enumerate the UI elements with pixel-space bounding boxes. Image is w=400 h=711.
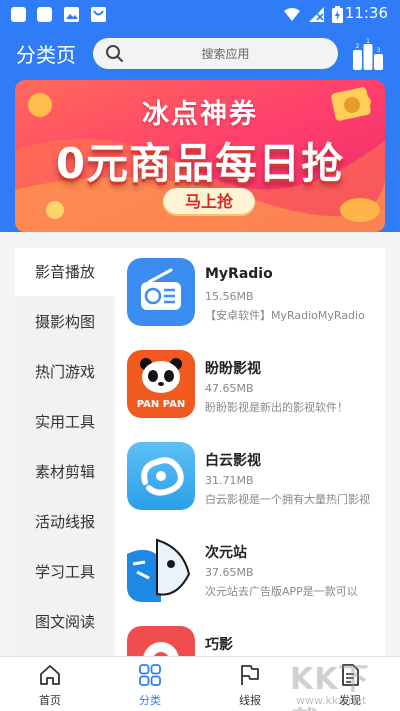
app-description: 【安卓软件】MyRadioMyRadio bbox=[205, 309, 365, 322]
app-row[interactable]: 白云影视 31.71MB 白云影视是一个拥有大量热门影视 bbox=[115, 432, 385, 520]
category-sidebar: 影音播放 摄影构图 热门游戏 实用工具 素材剪辑 活动线报 学习工具 图文阅读 bbox=[15, 248, 115, 656]
wifi-icon bbox=[284, 8, 300, 21]
banner-headline: 0元商品每日抢 bbox=[55, 139, 345, 188]
status-time: 11:36 bbox=[344, 4, 388, 22]
app-name: 次元站 bbox=[205, 545, 247, 561]
grid-icon bbox=[139, 664, 161, 686]
promo-banner[interactable]: 冰点神券 0元商品每日抢 马上抢 bbox=[15, 80, 385, 232]
app-row[interactable]: 次元站 37.65MB 次元站去广告版APP是一款可以 bbox=[115, 524, 385, 612]
app-name: 白云影视 bbox=[205, 453, 261, 469]
app-row[interactable]: MyRadio 15.56MB 【安卓软件】MyRadioMyRadio bbox=[115, 248, 385, 336]
app-name: MyRadio bbox=[205, 266, 273, 282]
category-item-study[interactable]: 学习工具 bbox=[15, 548, 115, 596]
gallery-icon bbox=[64, 7, 79, 22]
battery-charging-icon bbox=[332, 6, 343, 23]
category-item-video[interactable]: 影音播放 bbox=[15, 248, 115, 296]
category-item-editing[interactable]: 素材剪辑 bbox=[15, 448, 115, 496]
store-icon bbox=[91, 7, 106, 22]
nav-deals-label: 线报 bbox=[239, 694, 261, 707]
kinemaster-icon bbox=[127, 626, 195, 656]
app-description: 白云影视是一个拥有大量热门影视 bbox=[205, 493, 370, 506]
app-size: 15.56MB bbox=[205, 290, 254, 303]
category-content: 影音播放 摄影构图 热门游戏 实用工具 素材剪辑 活动线报 学习工具 图文阅读 … bbox=[15, 248, 385, 656]
category-item-photo[interactable]: 摄影构图 bbox=[15, 298, 115, 346]
anime-icon bbox=[127, 534, 195, 602]
category-item-games[interactable]: 热门游戏 bbox=[15, 348, 115, 396]
app-description: 次元站去广告版APP是一款可以 bbox=[205, 585, 358, 598]
svg-text:2: 2 bbox=[356, 43, 360, 50]
category-item-deals[interactable]: 活动线报 bbox=[15, 498, 115, 546]
radio-icon bbox=[127, 258, 195, 326]
cloud-icon bbox=[127, 442, 195, 510]
search-input[interactable]: 搜索应用 bbox=[93, 38, 338, 69]
flag-icon bbox=[241, 665, 259, 685]
nav-deals[interactable]: 线报 bbox=[200, 657, 300, 711]
category-item-tools[interactable]: 实用工具 bbox=[15, 398, 115, 446]
svg-text:1: 1 bbox=[366, 38, 370, 45]
app-header: 分类页 搜索应用 1 2 3 bbox=[0, 36, 400, 72]
svg-text:PAN PAN: PAN PAN bbox=[137, 399, 186, 410]
status-bar: 11:36 bbox=[0, 0, 400, 28]
nav-home-label: 首页 bbox=[39, 694, 61, 707]
app-size: 31.71MB bbox=[205, 474, 254, 487]
grab-now-button[interactable]: 马上抢 bbox=[163, 188, 255, 216]
nav-category[interactable]: 分类 bbox=[100, 657, 200, 711]
search-placeholder: 搜索应用 bbox=[201, 47, 250, 61]
nav-category-label: 分类 bbox=[139, 694, 161, 707]
no-signal-icon bbox=[309, 7, 324, 22]
watermark-url: www.kkx.net bbox=[296, 694, 367, 707]
svg-text:3: 3 bbox=[377, 47, 381, 54]
app-name: 巧影 bbox=[205, 637, 233, 653]
app-row[interactable]: 巧影 bbox=[115, 616, 385, 656]
category-item-reading[interactable]: 图文阅读 bbox=[15, 598, 115, 646]
ranking-icon[interactable]: 1 2 3 bbox=[350, 36, 386, 72]
page-title: 分类页 bbox=[16, 43, 76, 67]
home-icon bbox=[40, 665, 60, 685]
app-row[interactable]: PAN PAN 盼盼影视 47.65MB 盼盼影视是新出的影视软件！ bbox=[115, 340, 385, 428]
app-description: 盼盼影视是新出的影视软件！ bbox=[205, 401, 348, 414]
app-size: 37.65MB bbox=[205, 566, 254, 579]
app-size: 47.65MB bbox=[205, 382, 254, 395]
app-list: MyRadio 15.56MB 【安卓软件】MyRadioMyRadio PAN… bbox=[115, 248, 385, 656]
panda-icon: PAN PAN bbox=[127, 350, 195, 418]
nav-home[interactable]: 首页 bbox=[0, 657, 100, 711]
notification-square-icon bbox=[37, 7, 52, 22]
notification-square-icon bbox=[11, 7, 26, 22]
banner-subtitle: 冰点神券 bbox=[142, 99, 258, 130]
app-name: 盼盼影视 bbox=[205, 361, 261, 377]
